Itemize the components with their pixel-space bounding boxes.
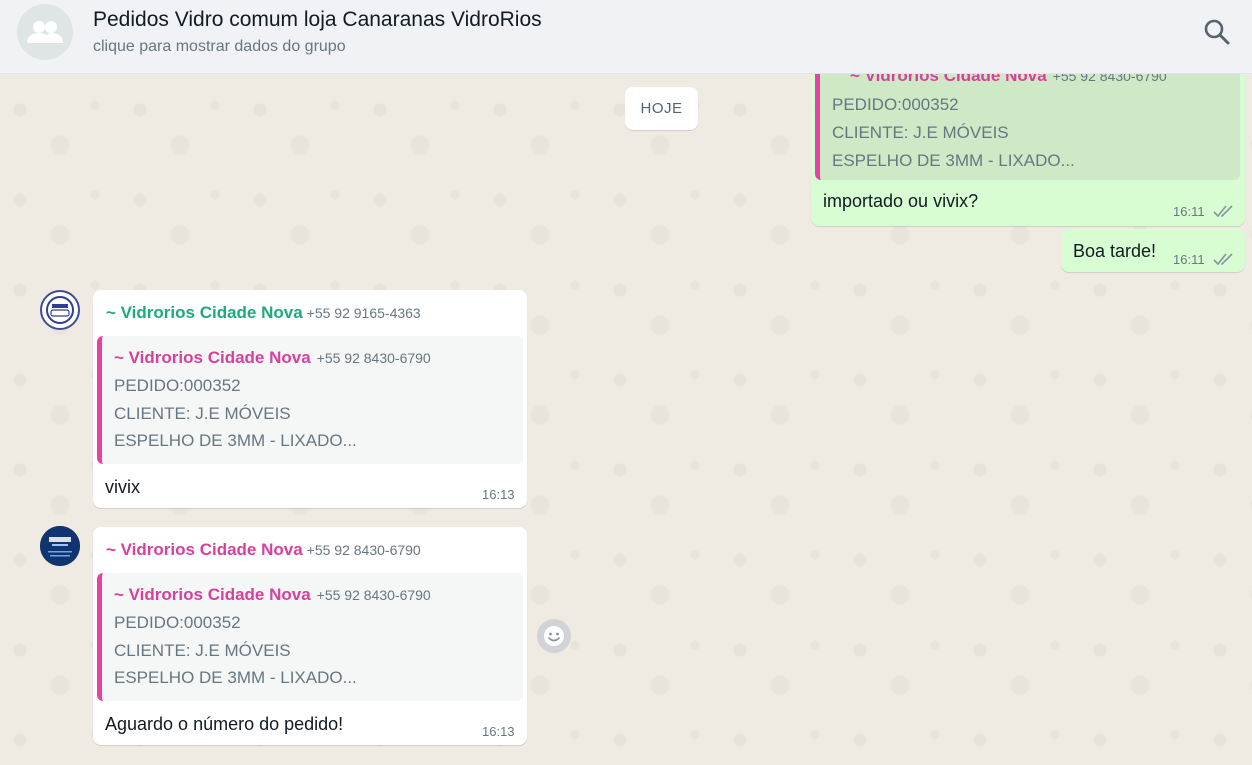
group-avatar[interactable] xyxy=(17,4,73,60)
quoted-sender: ~ Vidrorios Cidade Nova +55 92 8430-6790 xyxy=(114,348,431,368)
message-time: 16:13 xyxy=(482,724,515,739)
message-incoming[interactable]: ~ Vidrorios Cidade Nova +55 92 8430-6790 … xyxy=(93,527,527,745)
group-icon xyxy=(27,21,63,43)
chat-subtitle[interactable]: clique para mostrar dados do grupo xyxy=(93,38,346,56)
quoted-line: PEDIDO:000352 xyxy=(114,376,241,395)
vidrorios-logo-icon xyxy=(40,526,80,566)
quoted-line: ESPELHO DE 3MM - LIXADO... xyxy=(114,668,357,687)
quoted-sender-name: ~ Vidrorios Cidade Nova xyxy=(114,348,311,367)
vidrorios-logo-icon xyxy=(43,293,77,327)
chat-header[interactable]: Pedidos Vidro comum loja Canaranas Vidro… xyxy=(0,0,1252,74)
search-button[interactable] xyxy=(1202,17,1232,47)
message-text: importado ou vivix? xyxy=(823,191,979,211)
quoted-line: ESPELHO DE 3MM - LIXADO... xyxy=(832,151,1075,170)
quoted-sender: ~ Vidrorios Cidade Nova +55 92 8430-6790 xyxy=(114,585,431,605)
message-time: 16:13 xyxy=(482,487,515,502)
message-sender[interactable]: ~ Vidrorios Cidade Nova +55 92 9165-4363 xyxy=(106,303,421,323)
message-time: 16:11 xyxy=(1173,204,1205,219)
quoted-sender-phone: +55 92 8430-6790 xyxy=(316,587,431,603)
sender-name: ~ Vidrorios Cidade Nova xyxy=(106,303,303,322)
quoted-message[interactable]: ~ Vidrorios Cidade Nova +55 92 8430-6790 … xyxy=(97,573,523,701)
message-text: Boa tarde! xyxy=(1073,241,1157,261)
quoted-line: CLIENTE: J.E MÓVEIS xyxy=(114,641,291,660)
message-sender[interactable]: ~ Vidrorios Cidade Nova +55 92 8430-6790 xyxy=(106,540,421,560)
quoted-line: PEDIDO:000352 xyxy=(832,95,959,114)
quoted-sender-phone: +55 92 8430-6790 xyxy=(316,350,431,366)
sender-avatar[interactable] xyxy=(40,290,80,330)
quoted-message[interactable]: ~ Vidrorios Cidade Nova +55 92 8430-6790 … xyxy=(97,336,523,464)
message-incoming[interactable]: ~ Vidrorios Cidade Nova +55 92 9165-4363 … xyxy=(93,290,527,508)
sender-phone: +55 92 9165-4363 xyxy=(306,305,421,321)
react-button[interactable] xyxy=(537,619,571,653)
date-divider: HOJE xyxy=(625,87,698,130)
double-check-icon xyxy=(1213,205,1233,218)
quoted-sender-name: ~ Vidrorios Cidade Nova xyxy=(114,585,311,604)
quoted-line: ESPELHO DE 3MM - LIXADO... xyxy=(114,431,357,450)
quoted-line: PEDIDO:000352 xyxy=(114,613,241,632)
smiley-icon xyxy=(544,626,564,646)
sender-avatar[interactable] xyxy=(40,526,80,566)
search-icon xyxy=(1204,19,1230,45)
message-outgoing[interactable]: Boa tarde! 16:11 xyxy=(1061,229,1245,272)
quoted-line: CLIENTE: J.E MÓVEIS xyxy=(832,123,1009,142)
message-text: Aguardo o número do pedido! xyxy=(105,714,344,734)
message-text: vivix xyxy=(105,477,140,497)
sender-phone: +55 92 8430-6790 xyxy=(306,542,421,558)
double-check-icon xyxy=(1213,253,1233,266)
sender-name: ~ Vidrorios Cidade Nova xyxy=(106,540,303,559)
quoted-line: CLIENTE: J.E MÓVEIS xyxy=(114,404,291,423)
message-time: 16:11 xyxy=(1173,252,1205,267)
chat-title[interactable]: Pedidos Vidro comum loja Canaranas Vidro… xyxy=(93,8,542,32)
